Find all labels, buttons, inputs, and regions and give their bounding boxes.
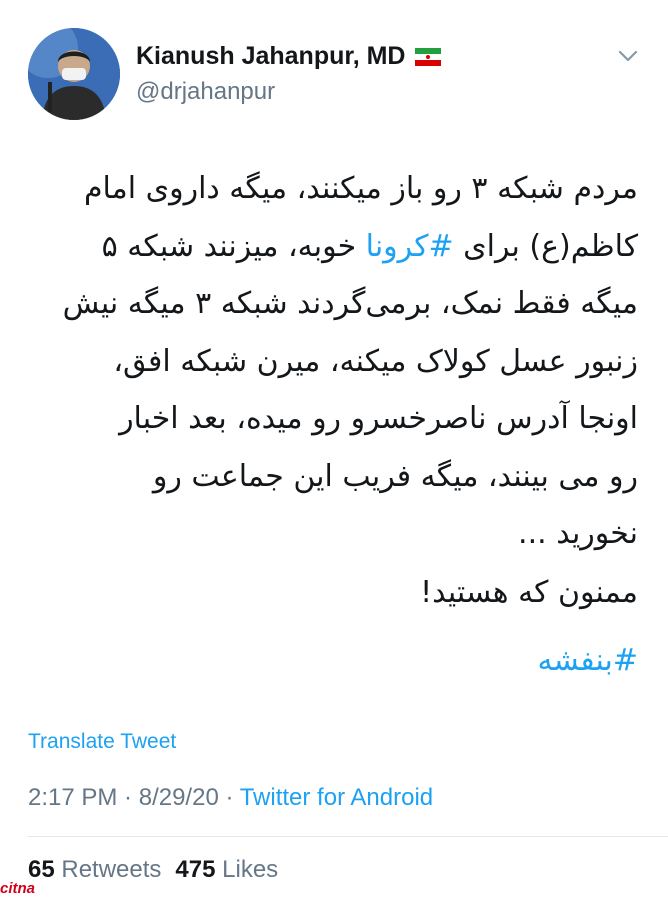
tweet-line: کاظم(ع) برای #کرونا خوبه، میزنند شبکه ۵ — [101, 228, 638, 264]
hashtag-link[interactable]: #کرونا — [366, 229, 454, 264]
chevron-down-icon[interactable] — [616, 44, 640, 68]
author-display-name[interactable]: Kianush Jahanpur, MD — [136, 42, 405, 71]
watermark-logo: citna — [0, 880, 36, 897]
meta-separator: · — [117, 784, 139, 811]
likes-label: Likes — [222, 856, 279, 883]
tweet-line: نخورید ... — [518, 516, 638, 551]
tweet-meta: 2:17 PM · 8/29/20 · Twitter for Android — [28, 784, 433, 812]
tweet-line: مردم شبکه ۳ رو باز میکنند، میگه داروی ام… — [83, 171, 638, 206]
tweet-thanks: ممنون که هستید! — [420, 575, 638, 610]
retweets-stat[interactable]: 65 Retweets — [28, 856, 161, 883]
tweet-stats: 65 Retweets 475 Likes — [28, 856, 278, 884]
tweet-card: Kianush Jahanpur, MD @drjahanpur مردم شب… — [0, 0, 668, 900]
tweet-line: رو می بینند، میگه فریب این جماعت رو — [152, 458, 638, 494]
profile-photo-icon — [28, 28, 120, 120]
likes-stat[interactable]: 475 Likes — [175, 856, 278, 883]
tweet-source-link[interactable]: Twitter for Android — [240, 784, 433, 811]
author-name-row[interactable]: Kianush Jahanpur, MD — [136, 42, 442, 71]
tweet-date: 8/29/20 — [138, 784, 219, 811]
author-handle[interactable]: @drjahanpur — [136, 78, 275, 106]
tweet-line: میگه فقط نمک، برمی‌گردند شبکه ۳ میگه نیش — [62, 286, 638, 321]
retweets-label: Retweets — [61, 856, 162, 883]
meta-separator: · — [218, 784, 240, 811]
likes-count: 475 — [175, 856, 216, 883]
divider — [28, 836, 668, 837]
tweet-line: اونجا آدرس ناصرخسرو رو میده، بعد اخبار — [119, 401, 638, 436]
tweet-time: 2:17 PM — [28, 784, 118, 811]
avatar[interactable] — [28, 28, 120, 120]
tweet-line: زنبور عسل کولاک میکنه، میرن شبکه افق، — [113, 343, 638, 379]
iran-flag-icon — [415, 47, 442, 66]
translate-tweet-link[interactable]: Translate Tweet — [28, 730, 176, 754]
closing-hashtag-link[interactable]: #بنفشه — [38, 636, 638, 686]
tweet-text: مردم شبکه ۳ رو باز میکنند، میگه داروی ام… — [38, 160, 638, 563]
